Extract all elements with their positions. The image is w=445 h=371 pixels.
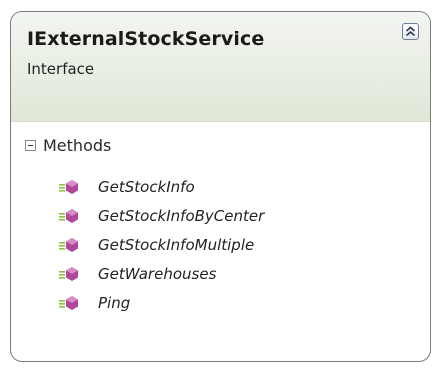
method-icon: [59, 179, 78, 194]
methods-list: GetStockInfo GetStockInfoByCenter GetSto…: [11, 172, 430, 317]
method-item[interactable]: Ping: [11, 288, 430, 317]
class-header: IExternalStockService Interface: [11, 12, 430, 122]
method-name: GetWarehouses: [98, 264, 217, 283]
class-shape[interactable]: IExternalStockService Interface Methods …: [10, 11, 431, 362]
collapse-button[interactable]: [402, 23, 419, 40]
method-item[interactable]: GetStockInfoMultiple: [11, 230, 430, 259]
method-icon: [59, 237, 78, 252]
method-name: Ping: [98, 293, 131, 312]
chevron-double-up-icon: [405, 26, 416, 37]
class-kind: Interface: [27, 60, 95, 78]
method-item[interactable]: GetStockInfo: [11, 172, 430, 201]
minus-box-icon[interactable]: [25, 139, 36, 151]
method-name: GetStockInfoMultiple: [98, 235, 255, 254]
method-name: GetStockInfoByCenter: [98, 206, 265, 225]
method-icon: [59, 295, 78, 310]
method-item[interactable]: GetWarehouses: [11, 259, 430, 288]
method-item[interactable]: GetStockInfoByCenter: [11, 201, 430, 230]
method-icon: [59, 266, 78, 281]
class-name: IExternalStockService: [27, 28, 265, 50]
methods-section-header[interactable]: Methods: [25, 134, 111, 156]
methods-section-label: Methods: [43, 135, 112, 155]
method-name: GetStockInfo: [98, 177, 195, 196]
method-icon: [59, 208, 78, 223]
